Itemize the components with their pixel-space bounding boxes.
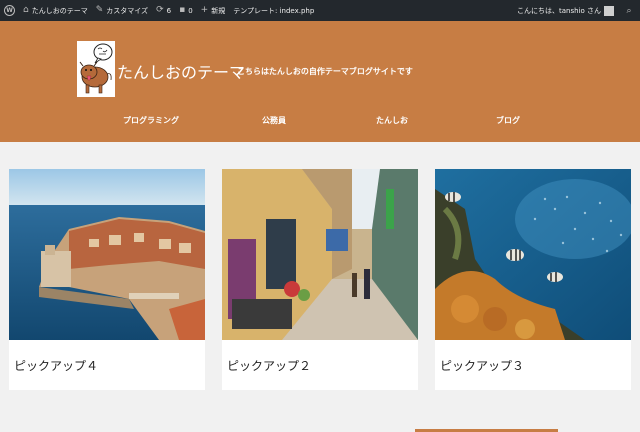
pickup-card[interactable]: ピックアップ３ [435, 169, 631, 390]
wordpress-icon: W [4, 5, 15, 16]
nav-item-tanshio[interactable]: たんしお [376, 115, 408, 126]
site-description: こちらはたんしおの自作テーマブログサイトです [237, 66, 413, 76]
pickup-title[interactable]: ピックアップ２ [227, 357, 311, 374]
admin-search-button[interactable]: ⌕ [618, 0, 640, 21]
site-title[interactable]: たんしおのテーマ [117, 59, 245, 83]
pickup-card[interactable]: ピックアップ４ [9, 169, 205, 390]
template-label: テンプレート: index.php [233, 6, 315, 15]
site-name-link[interactable]: ⌂ たんしおのテーマ [19, 0, 92, 21]
comments-link[interactable]: ▪ 0 [175, 0, 197, 21]
coastal-town-photo [9, 169, 205, 340]
coral-reef-fish-photo [435, 169, 631, 340]
site-logo[interactable] [77, 41, 115, 97]
comment-icon: ▪ [179, 5, 186, 15]
admin-site-name: たんしおのテーマ [31, 6, 88, 15]
updates-count: 6 [166, 6, 172, 15]
brush-icon: ✎ [95, 5, 104, 15]
wp-menu[interactable]: W [0, 0, 19, 21]
nav-item-civil-servant[interactable]: 公務員 [262, 115, 286, 126]
plus-icon: + [200, 5, 209, 15]
my-account-link[interactable]: こんにちは、tanshio さん [513, 0, 618, 21]
site-header: たんしおのテーマ こちらはたんしおの自作テーマブログサイトです プログラミング … [0, 21, 640, 142]
update-icon: ⟳ [156, 5, 164, 15]
comments-count: 0 [188, 6, 193, 15]
customize-link[interactable]: ✎ カスタマイズ [92, 0, 152, 21]
customize-label: カスタマイズ [106, 6, 149, 15]
greeting-text: こんにちは、tanshio さん [516, 6, 601, 15]
admin-bar: W ⌂ たんしおのテーマ ✎ カスタマイズ ⟳ 6 ▪ 0 + 新規 テンプレー… [0, 0, 640, 21]
pickup-title[interactable]: ピックアップ３ [440, 357, 524, 374]
cow-logo-icon [77, 41, 115, 97]
pickup-title[interactable]: ピックアップ４ [14, 357, 98, 374]
home-icon: ⌂ [23, 5, 29, 15]
street-cafe-photo [222, 169, 418, 340]
nav-item-programming[interactable]: プログラミング [123, 115, 179, 126]
avatar [604, 5, 614, 16]
template-info[interactable]: テンプレート: index.php [229, 0, 318, 21]
pickup-card[interactable]: ピックアップ２ [222, 169, 418, 390]
new-label: 新規 [211, 6, 226, 15]
updates-link[interactable]: ⟳ 6 [152, 0, 175, 21]
new-content-link[interactable]: + 新規 [197, 0, 230, 21]
nav-item-blog[interactable]: ブログ [496, 115, 520, 126]
search-icon: ⌕ [626, 5, 632, 16]
